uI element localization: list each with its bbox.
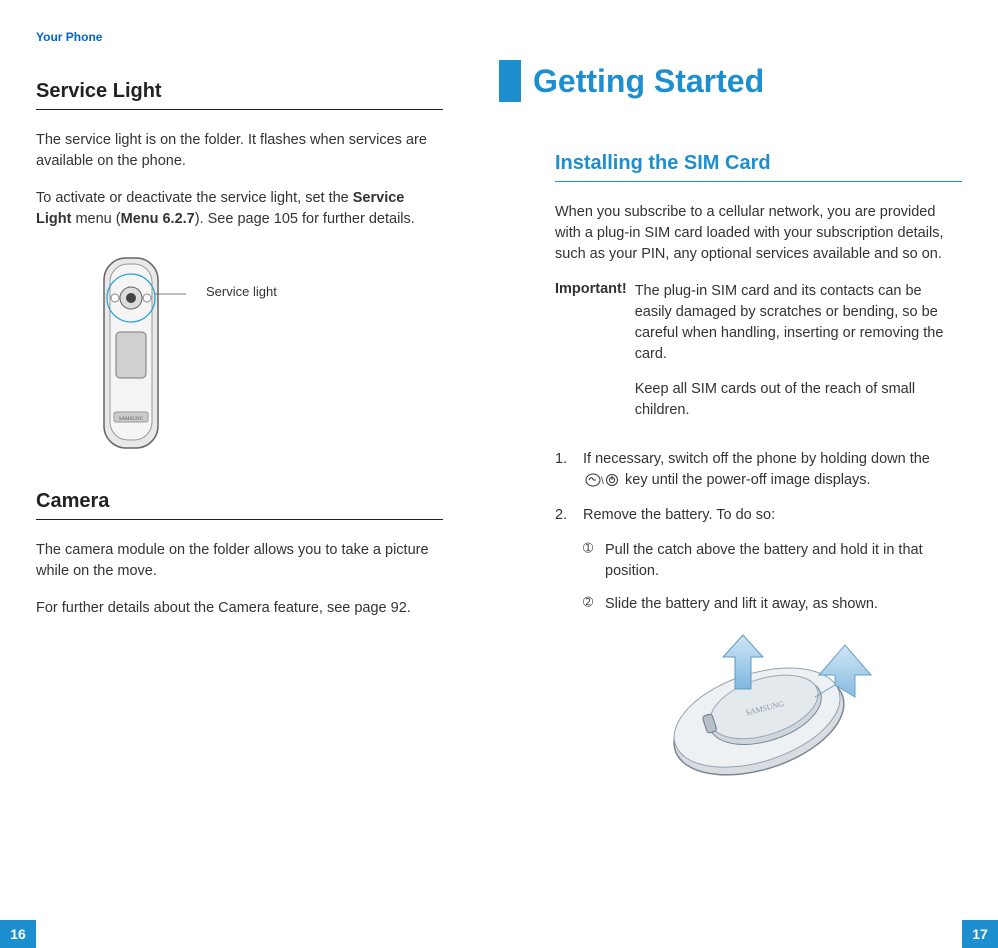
running-head: Your Phone [36, 30, 443, 44]
svg-text:SAMSUNG: SAMSUNG [119, 417, 144, 422]
substep-2: ➁ Slide the battery and lift it away, as… [583, 594, 962, 615]
page-right: Getting Started Installing the SIM Card … [499, 0, 998, 948]
chapter-accent-bar [499, 60, 521, 102]
camera-p2: For further details about the Camera fea… [36, 598, 443, 619]
substep-marker: ➁ [583, 594, 599, 615]
service-light-p2: To activate or deactivate the service li… [36, 188, 443, 230]
substep-1-text: Pull the catch above the battery and hol… [605, 540, 962, 582]
service-light-p1: The service light is on the folder. It f… [36, 130, 443, 172]
section-sim-title: Installing the SIM Card [555, 152, 962, 182]
section-service-light-title: Service Light [36, 80, 443, 110]
figure-battery-removal: SAMSUNG [555, 627, 962, 787]
text-fragment: key until the power-off image displays. [625, 472, 871, 488]
text-fragment: menu ( [71, 211, 120, 227]
section-camera-title: Camera [36, 490, 443, 520]
important-label: Important! [555, 281, 627, 435]
page-number-left: 16 [0, 920, 36, 948]
text-fragment: To activate or deactivate the service li… [36, 190, 353, 206]
callout-label: Service light [206, 284, 277, 299]
important-block: Important! The plug-in SIM card and its … [555, 281, 962, 435]
step-2-text: Remove the battery. To do so: [583, 505, 775, 526]
step-1: 1. If necessary, switch off the phone by… [555, 449, 962, 491]
text-fragment: ). See page 105 for further details. [195, 211, 415, 227]
chapter-title-text: Getting Started [533, 63, 764, 100]
callout: Service light [206, 284, 277, 299]
phone-illustration: SAMSUNG [76, 254, 186, 454]
substep-marker: ➀ [583, 540, 599, 582]
page-left: Your Phone Service Light The service lig… [0, 0, 499, 948]
important-text: The plug-in SIM card and its contacts ca… [635, 281, 962, 435]
page-number-right: 17 [962, 920, 998, 948]
text-fragment: If necessary, switch off the phone by ho… [583, 451, 930, 467]
important-p1: The plug-in SIM card and its contacts ca… [635, 281, 962, 365]
substeps-list: ➀ Pull the catch above the battery and h… [583, 540, 962, 615]
substep-2-text: Slide the battery and lift it away, as s… [605, 594, 878, 615]
step-number: 1. [555, 449, 573, 491]
important-p2: Keep all SIM cards out of the reach of s… [635, 379, 962, 421]
battery-illustration: SAMSUNG [639, 627, 879, 787]
power-key-icon: \ [585, 473, 619, 487]
text-bold: Menu 6.2.7 [121, 211, 195, 227]
figure-service-light: SAMSUNG Service light [76, 254, 443, 454]
camera-p1: The camera module on the folder allows y… [36, 540, 443, 582]
steps-list: 1. If necessary, switch off the phone by… [555, 449, 962, 526]
step-2: 2. Remove the battery. To do so: [555, 505, 962, 526]
sim-p1: When you subscribe to a cellular network… [555, 202, 962, 265]
step-1-text: If necessary, switch off the phone by ho… [583, 449, 962, 491]
substep-1: ➀ Pull the catch above the battery and h… [583, 540, 962, 582]
svg-text:\: \ [601, 476, 604, 487]
step-number: 2. [555, 505, 573, 526]
chapter-title: Getting Started [555, 60, 962, 102]
